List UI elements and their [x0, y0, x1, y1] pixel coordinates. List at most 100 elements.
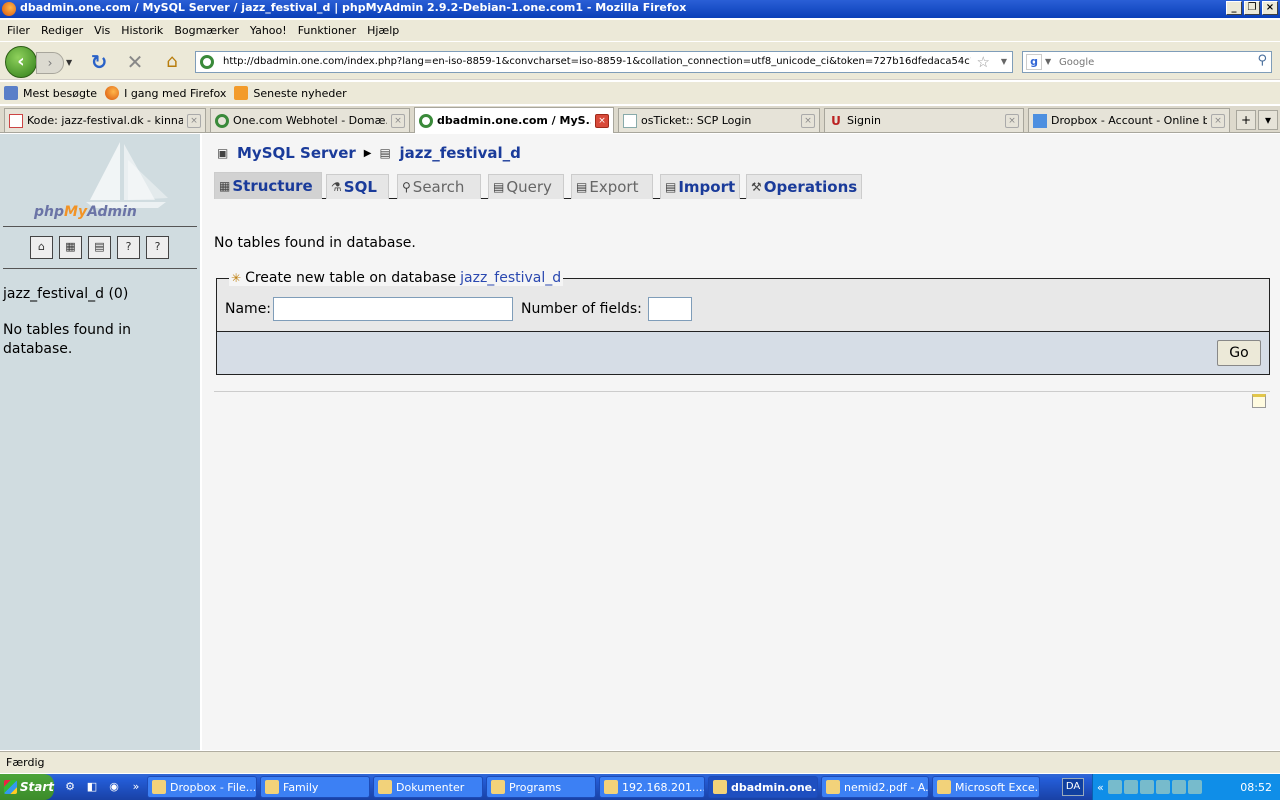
media-icon[interactable]: ◉ — [106, 779, 122, 795]
taskbar-button[interactable]: Dropbox - File... — [147, 776, 257, 798]
tray-shield-icon[interactable] — [1187, 780, 1202, 794]
reload-button[interactable]: ↻ — [88, 51, 110, 73]
network-icon[interactable]: ⚙ — [62, 779, 78, 795]
bookmark-getting-started[interactable]: I gang med Firefox — [105, 86, 226, 100]
new-table-icon: ✳ — [231, 271, 242, 285]
breadcrumb-database[interactable]: jazz_festival_d — [399, 144, 520, 162]
stop-button[interactable]: ✕ — [124, 51, 146, 73]
sql-docs-icon[interactable]: ? — [146, 236, 169, 259]
db-icon[interactable]: ◧ — [84, 779, 100, 795]
bookmark-most-visited[interactable]: Mest besøgte — [4, 86, 97, 100]
bookmark-label: Mest besøgte — [23, 86, 98, 100]
engine-dropdown-icon[interactable]: ▼ — [1045, 57, 1051, 66]
home-button[interactable]: ⌂ — [161, 51, 183, 73]
tray-network-icon[interactable] — [1107, 780, 1122, 794]
go-button[interactable]: Go — [1217, 340, 1261, 366]
google-engine-icon[interactable]: g — [1026, 54, 1042, 70]
tray-sync-icon[interactable] — [1155, 780, 1170, 794]
menu-vis[interactable]: Vis — [94, 24, 110, 37]
taskbar-button-active[interactable]: dbadmin.one... — [708, 776, 818, 798]
tab-close-icon[interactable]: × — [187, 113, 201, 128]
firefox-icon — [105, 86, 120, 100]
more-chevron-icon[interactable]: » — [128, 779, 144, 795]
new-window-icon[interactable] — [1252, 394, 1266, 408]
menu-funktioner[interactable]: Funktioner — [298, 24, 356, 37]
new-tab-button[interactable]: + — [1236, 110, 1256, 130]
minimize-button[interactable]: _ — [1226, 1, 1242, 15]
tab-sql[interactable]: ⚗ SQL — [326, 174, 389, 199]
query-window-icon[interactable]: ▦ — [59, 236, 82, 259]
tab-operations[interactable]: ⚒ Operations — [746, 174, 862, 199]
forward-button[interactable]: › — [36, 52, 64, 74]
browser-tab[interactable]: Dropbox - Account - Online b... × — [1028, 108, 1230, 132]
documentation-icon[interactable]: ? — [117, 236, 140, 259]
taskbar-button[interactable]: Dokumenter — [373, 776, 483, 798]
tab-close-icon[interactable]: × — [391, 113, 405, 128]
tray-antivirus-icon[interactable] — [1123, 780, 1138, 794]
browser-tab[interactable]: Kode: jazz-festival.dk - kinnaj... × — [4, 108, 206, 132]
menu-yahoo[interactable]: Yahoo! — [250, 24, 287, 37]
history-dropdown-icon[interactable]: ▼ — [66, 58, 72, 67]
pdf-icon — [826, 780, 840, 794]
menu-filer[interactable]: Filer — [7, 24, 30, 37]
form-submit-bar: Go — [217, 332, 1269, 374]
close-button[interactable]: × — [1262, 1, 1278, 15]
tab-close-icon[interactable]: × — [1005, 113, 1019, 128]
bookmark-star-icon[interactable]: ☆ — [977, 53, 990, 71]
search-input[interactable] — [1059, 54, 1249, 70]
taskbar-button[interactable]: Microsoft Exce... — [932, 776, 1040, 798]
query-icon: ▤ — [493, 180, 505, 194]
number-of-fields-input[interactable] — [647, 297, 692, 321]
browser-tab[interactable]: U Signin × — [824, 108, 1024, 132]
taskbar-label: Family — [283, 780, 319, 794]
browser-tab[interactable]: osTicket:: SCP Login × — [618, 108, 820, 132]
start-button[interactable]: Start — [0, 774, 54, 800]
tab-import[interactable]: ▤ Import — [660, 174, 740, 199]
taskbar-label: Dropbox - File... — [170, 780, 257, 794]
folder-icon — [265, 780, 279, 794]
u-logo-icon: U — [831, 113, 841, 128]
divider — [3, 268, 197, 269]
language-indicator[interactable]: DA — [1062, 778, 1084, 796]
home-icon[interactable]: ⌂ — [30, 236, 53, 259]
search-icon[interactable]: ⚲ — [1257, 53, 1267, 68]
table-name-input[interactable] — [273, 297, 514, 321]
tray-users-icon[interactable] — [1139, 780, 1154, 794]
name-label: Name: — [225, 301, 272, 317]
database-link[interactable]: jazz_festival_d (0) — [3, 286, 128, 302]
menu-rediger[interactable]: Rediger — [41, 24, 83, 37]
taskbar-button[interactable]: nemid2.pdf - A... — [821, 776, 929, 798]
maximize-button[interactable]: ❐ — [1244, 1, 1260, 15]
tab-close-icon[interactable]: × — [595, 113, 609, 128]
sql-icon[interactable]: ▤ — [88, 236, 111, 259]
browser-tab-active[interactable]: dbadmin.one.com / MyS... × — [414, 107, 614, 133]
tab-close-icon[interactable]: × — [801, 113, 815, 128]
tab-list-dropdown-icon[interactable]: ▾ — [1258, 110, 1278, 130]
back-button[interactable]: ‹ — [5, 46, 37, 78]
browser-tab[interactable]: One.com Webhotel - Domæ... × — [210, 108, 410, 132]
sailboat-icon — [86, 142, 168, 208]
address-bar[interactable]: http://dbadmin.one.com/index.php?lang=en… — [195, 51, 1013, 73]
clock[interactable]: 08:52 — [1240, 781, 1272, 794]
breadcrumb-server[interactable]: MySQL Server — [237, 144, 356, 162]
search-bar: g ▼ ⚲ — [1022, 51, 1272, 73]
left-icon-toolbar: ⌂ ▦ ▤ ? ? — [30, 236, 169, 259]
menu-hjaelp[interactable]: Hjælp — [367, 24, 399, 37]
url-text[interactable]: http://dbadmin.one.com/index.php?lang=en… — [223, 56, 971, 67]
tray-expand-icon[interactable]: « — [1097, 781, 1104, 794]
tab-structure[interactable]: ▦ Structure — [214, 172, 322, 199]
menu-bogmaerker[interactable]: Bogmærker — [174, 24, 239, 37]
taskbar-button[interactable]: 192.168.201.... — [599, 776, 705, 798]
taskbar-button[interactable]: Programs — [486, 776, 596, 798]
windows-taskbar: Start ⚙ ◧ ◉ » Dropbox - File... Family D… — [0, 774, 1280, 800]
menu-historik[interactable]: Historik — [121, 24, 163, 37]
taskbar-button[interactable]: Family — [260, 776, 370, 798]
bookmark-label: I gang med Firefox — [124, 86, 227, 100]
tray-update-icon[interactable] — [1171, 780, 1186, 794]
tab-close-icon[interactable]: × — [1211, 113, 1225, 128]
phpmyadmin-logo[interactable]: phpMyAdmin — [30, 140, 170, 220]
legend-text: Create new table on database — [245, 270, 457, 286]
no-tables-message: No tables found in database. — [3, 322, 132, 357]
url-dropdown-icon[interactable]: ▼ — [1001, 57, 1007, 66]
bookmark-latest-news[interactable]: Seneste nyheder — [234, 86, 347, 100]
